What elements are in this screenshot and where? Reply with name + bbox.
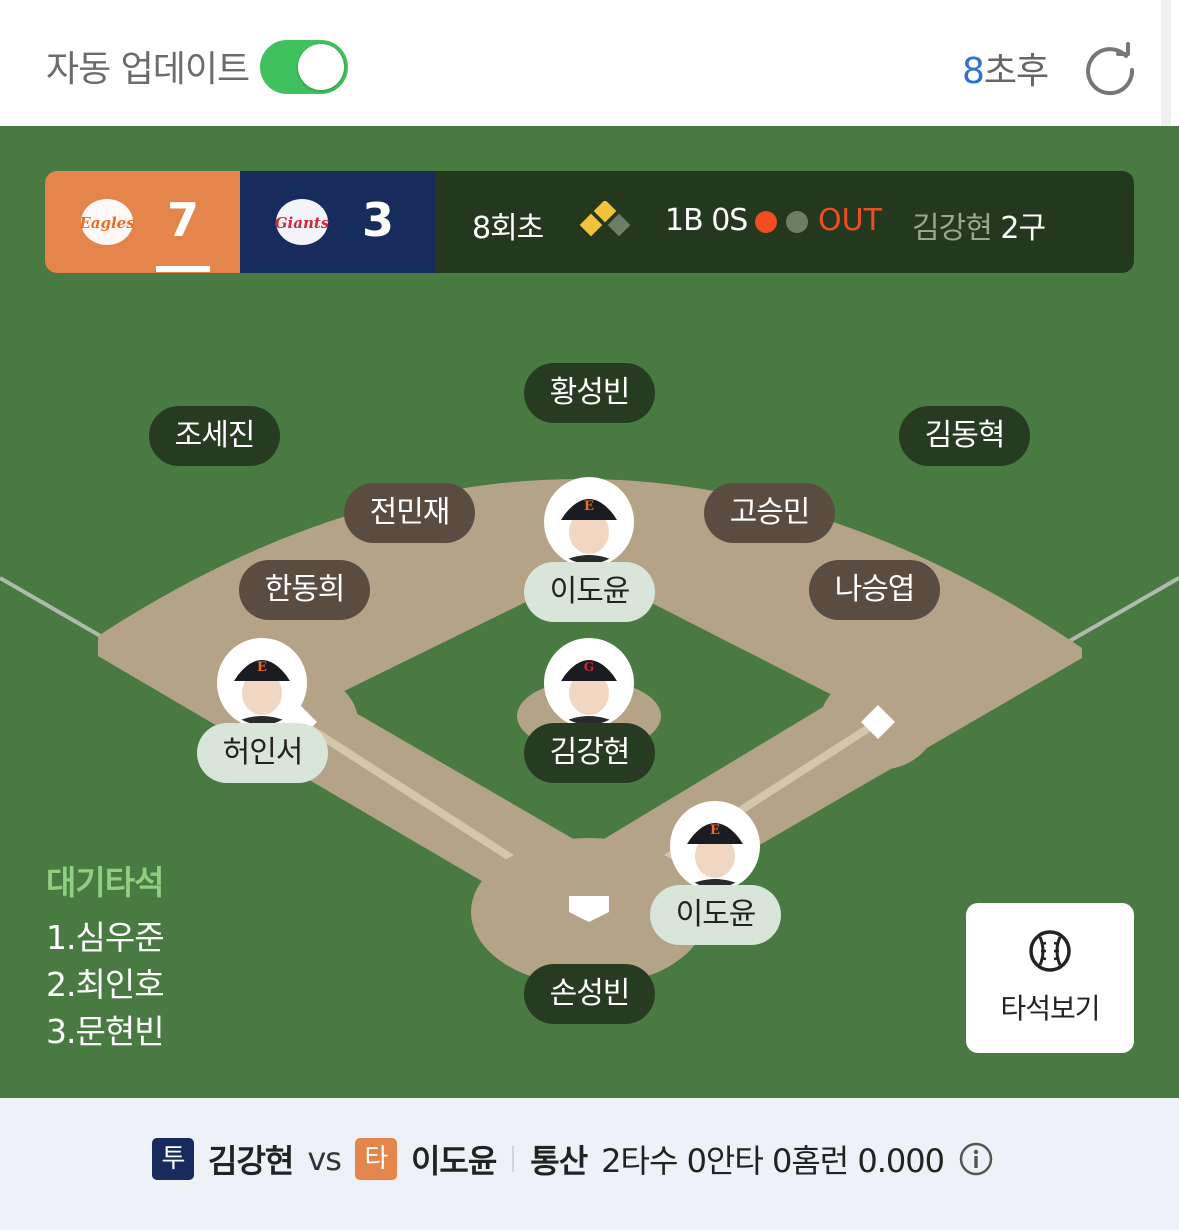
countdown-number: 8 xyxy=(962,51,985,92)
fielder-second-base[interactable]: 고승민 xyxy=(704,483,835,543)
ball-strike-count: 1B 0S xyxy=(665,203,748,238)
batter-tag: 타 xyxy=(354,1138,397,1180)
current-pitcher-info: 김강현 2구 xyxy=(912,203,1046,247)
giants-logo: Giants xyxy=(275,199,330,245)
divider xyxy=(512,1146,515,1172)
auto-update-toggle[interactable] xyxy=(260,40,348,94)
eagles-logo: Eagles xyxy=(79,199,135,245)
scoreboard: Eagles 7 Giants 3 8회초 1B 0S OUT 김강현 2구 xyxy=(45,171,1134,273)
pitcher-tag: 투 xyxy=(152,1138,194,1180)
on-deck-title: 대기타석 xyxy=(46,863,164,902)
refresh-icon[interactable] xyxy=(1082,40,1138,96)
fielder-center[interactable]: 황성빈 xyxy=(524,363,655,423)
fielder-right[interactable]: 김동혁 xyxy=(899,406,1030,466)
selected-tab-indicator xyxy=(156,266,210,272)
out-dot-filled xyxy=(755,211,777,233)
out-label: OUT xyxy=(818,203,882,238)
matchup-pitcher-name: 김강현 xyxy=(208,1142,294,1180)
on-deck-item: 3.문현빈 xyxy=(46,1012,165,1051)
auto-update-label: 자동 업데이트 xyxy=(46,49,250,90)
svg-text:G: G xyxy=(584,660,594,674)
fielder-catcher[interactable]: 손성빈 xyxy=(524,964,655,1024)
fielder-first-base[interactable]: 나승엽 xyxy=(809,560,940,620)
vs-label: vs xyxy=(307,1140,342,1178)
refresh-countdown: 8초후 xyxy=(962,42,1049,94)
svg-text:Eagles: Eagles xyxy=(79,214,135,232)
player-photo-icon: E xyxy=(673,804,757,888)
toggle-knob xyxy=(298,44,344,90)
player-photo-icon: E xyxy=(220,641,304,725)
runner-third-avatar[interactable]: E xyxy=(217,638,307,728)
runner-second-avatar[interactable]: E xyxy=(544,477,634,567)
svg-text:E: E xyxy=(584,499,594,514)
fielder-left[interactable]: 조세진 xyxy=(149,406,280,466)
career-stats: 2타수 0안타 0홈런 0.000 xyxy=(601,1142,945,1180)
on-deck-item: 2.최인호 xyxy=(46,965,165,1004)
away-score: 7 xyxy=(167,193,200,247)
base-runner-diamond-icon xyxy=(579,201,631,237)
svg-text:E: E xyxy=(710,823,720,838)
matchup-bar: 투 김강현 vs 타 이도윤 통산 2타수 0안타 0홈런 0.000 xyxy=(0,1098,1179,1230)
countdown-suffix: 초후 xyxy=(983,51,1049,92)
fielder-third-base[interactable]: 한동희 xyxy=(239,560,370,620)
player-photo-icon: E xyxy=(547,480,631,564)
view-at-bat-label: 타석보기 xyxy=(1000,992,1100,1025)
on-deck-list: 대기타석 1.심우준 2.최인호 3.문현빈 xyxy=(46,856,165,1055)
runner-second-name[interactable]: 이도윤 xyxy=(524,562,655,622)
away-team-tab[interactable]: Eagles 7 xyxy=(45,171,240,273)
pitcher-name-pill[interactable]: 김강현 xyxy=(524,723,655,783)
svg-text:Giants: Giants xyxy=(275,214,330,232)
batter-name-pill[interactable]: 이도윤 xyxy=(650,885,781,945)
view-at-bat-button[interactable]: 타석보기 xyxy=(966,903,1134,1053)
home-team-tab[interactable]: Giants 3 xyxy=(240,171,435,273)
top-bar: 자동 업데이트 8초후 xyxy=(0,0,1179,126)
pitcher-avatar[interactable]: G xyxy=(544,638,634,728)
runner-third-name[interactable]: 허인서 xyxy=(197,723,328,783)
on-deck-item: 1.심우준 xyxy=(46,918,165,957)
baseball-icon xyxy=(1029,930,1071,972)
pitcher-name: 김강현 xyxy=(912,211,993,246)
inning-label: 8회초 xyxy=(472,211,544,246)
out-dot-empty xyxy=(786,211,808,233)
info-icon[interactable] xyxy=(958,1141,994,1177)
batter-avatar[interactable]: E xyxy=(670,801,760,891)
pitch-count: 2구 xyxy=(1000,211,1046,246)
home-score: 3 xyxy=(362,193,395,247)
svg-text:E: E xyxy=(257,660,267,675)
career-label: 통산 xyxy=(530,1142,588,1180)
fielder-shortstop[interactable]: 전민재 xyxy=(344,483,475,543)
matchup-summary: 투 김강현 vs 타 이도윤 통산 2타수 0안타 0홈런 0.000 xyxy=(152,1136,994,1182)
player-photo-icon: G xyxy=(547,641,631,725)
matchup-batter-name: 이도윤 xyxy=(410,1142,497,1180)
scrollbar-track[interactable] xyxy=(1161,0,1171,126)
baseball-field: Eagles 7 Giants 3 8회초 1B 0S OUT 김강현 2구 황… xyxy=(0,126,1179,1098)
